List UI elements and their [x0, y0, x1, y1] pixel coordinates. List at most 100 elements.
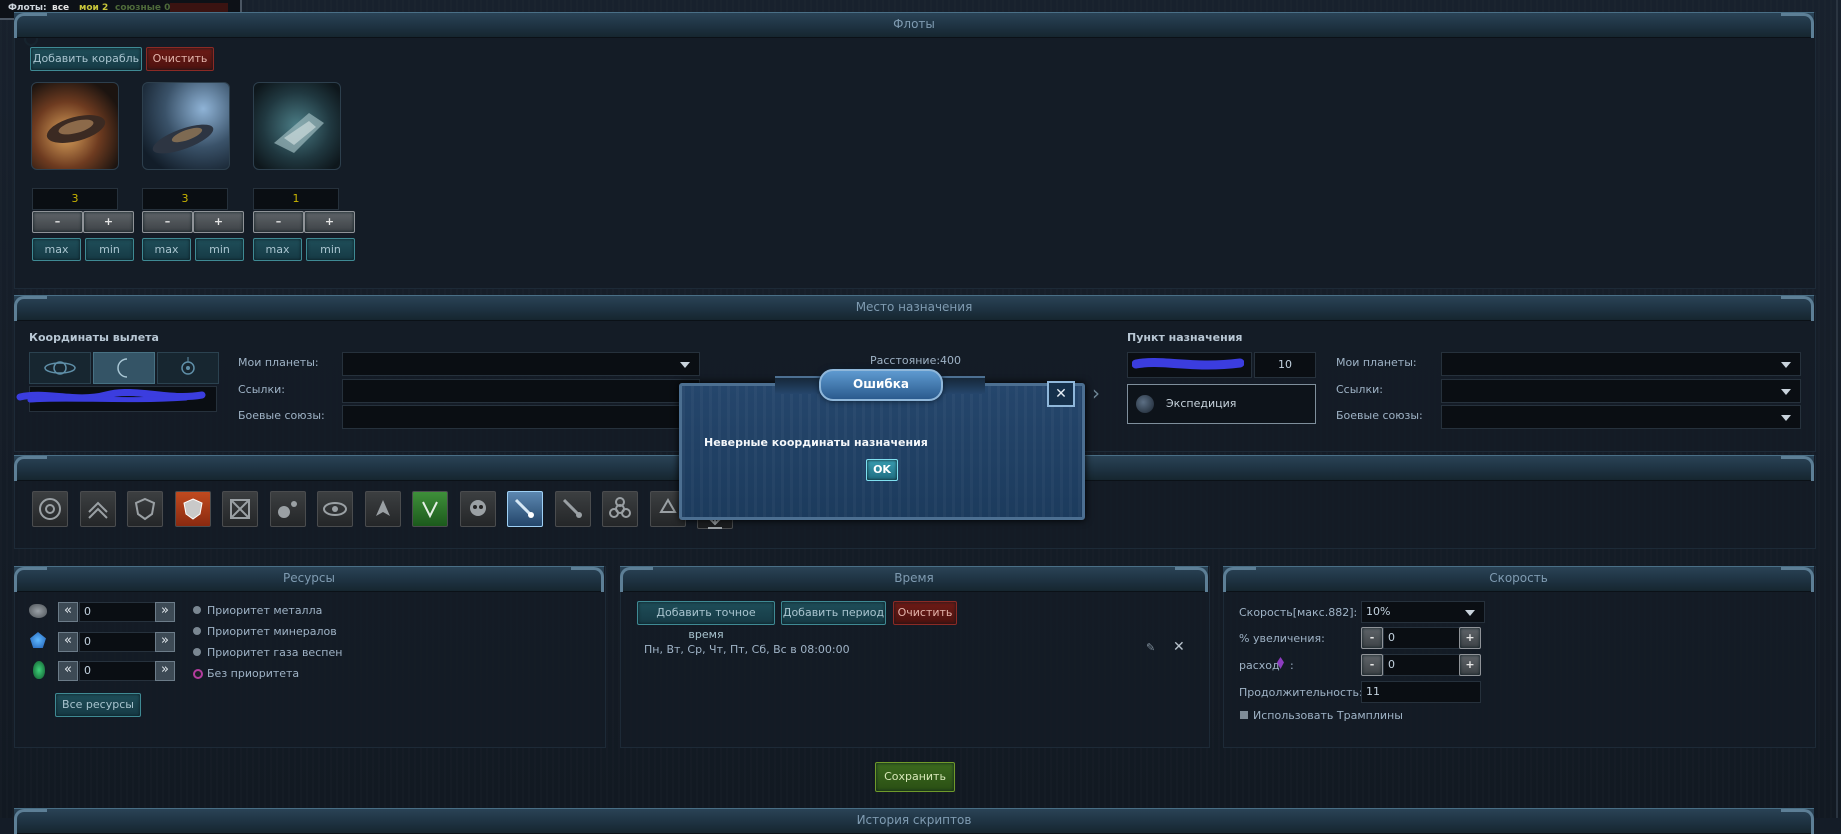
time-clear-button[interactable]: Очистить [893, 601, 957, 625]
mission-shield-red-tile[interactable] [174, 491, 211, 527]
departure-links-label: Ссылки: [238, 383, 285, 396]
target-alliances-select[interactable] [1441, 405, 1801, 429]
orbit-balls-icon [277, 501, 297, 518]
metal-amount-input[interactable]: 0 [79, 602, 157, 622]
modal-ok-button[interactable]: OK [866, 459, 898, 481]
duration-label: Продолжительность: [1239, 686, 1363, 699]
priority-metal-radio[interactable] [193, 606, 201, 614]
gas-amount-input[interactable]: 0 [79, 661, 157, 681]
speed-select[interactable]: 10% [1361, 601, 1485, 623]
increase-plus-button[interactable]: + [1459, 627, 1481, 649]
chevron-right-icon[interactable]: › [1092, 381, 1100, 405]
delete-x-icon[interactable]: ✕ [1173, 639, 1185, 655]
mission-biohazard-tile[interactable] [602, 491, 638, 527]
departure-links-select[interactable] [342, 379, 700, 403]
ship-image-3[interactable] [253, 82, 341, 170]
mission-chevrons-up-tile[interactable] [79, 491, 116, 527]
target-my-planets-select[interactable] [1441, 352, 1801, 376]
departure-planet-tab[interactable] [29, 352, 91, 384]
ship-image-1[interactable] [31, 82, 119, 170]
priority-minerals-radio[interactable] [193, 627, 201, 635]
modal-close-button[interactable]: ✕ [1047, 381, 1075, 407]
time-header: Время [620, 566, 1208, 592]
mineral-increase-button[interactable]: » [155, 632, 175, 652]
ship-count-2[interactable]: 3 [142, 188, 228, 210]
ship-1-min-button[interactable]: min [85, 238, 134, 261]
priority-none-radio[interactable] [193, 669, 203, 679]
ship-2-max-button[interactable]: max [142, 238, 191, 261]
add-period-button[interactable]: Добавить период [781, 601, 886, 625]
target-slot-field[interactable]: 10 [1254, 352, 1316, 378]
add-exact-time-button[interactable]: Добавить точное время [637, 601, 775, 641]
ship-3-min-button[interactable]: min [306, 238, 355, 261]
ship-1-max-button[interactable]: max [32, 238, 81, 261]
mission-expedition-box[interactable]: Экспедиция [1127, 384, 1316, 424]
metal-increase-button[interactable]: » [155, 602, 175, 622]
scrollbar-track[interactable] [1836, 0, 1838, 818]
fleets-header: Флоты [14, 12, 1814, 38]
departure-alliances-label: Боевые союзы: [238, 409, 325, 422]
trampoline-label: Использовать Трамплины [1253, 709, 1403, 722]
planet-ring-icon [44, 361, 76, 375]
ship-2-min-button[interactable]: min [195, 238, 244, 261]
consumption-plus-button[interactable]: + [1459, 654, 1481, 676]
ship-3-plus-button[interactable]: + [304, 211, 355, 233]
crossed-box-icon [230, 499, 250, 519]
target-links-select[interactable] [1441, 379, 1801, 403]
departure-my-planets-label: Мои планеты: [238, 356, 319, 369]
consumption-input[interactable]: 0 [1383, 654, 1461, 676]
distance-label: Расстояние: [870, 354, 941, 367]
speed-header: Скорость [1223, 566, 1814, 592]
mission-eye-tile[interactable] [317, 491, 353, 527]
mission-comet-tile[interactable] [507, 491, 543, 527]
gas-resource-icon [33, 661, 45, 679]
expedition-planet-icon [1136, 395, 1154, 413]
gas-decrease-button[interactable]: « [58, 661, 78, 681]
ship-count-1[interactable]: 3 [32, 188, 118, 210]
mission-ship-tile[interactable] [364, 491, 401, 527]
metal-decrease-button[interactable]: « [58, 602, 78, 622]
increase-input[interactable]: 0 [1383, 627, 1461, 649]
ship-3-max-button[interactable]: max [253, 238, 302, 261]
shield-red-icon [182, 498, 203, 520]
ship-3-minus-button[interactable]: – [253, 211, 304, 233]
fleet-clear-button[interactable]: Очистить [146, 47, 214, 71]
script-history-header: История скриптов [14, 808, 1814, 834]
ship-2-plus-button[interactable]: + [193, 211, 244, 233]
recycle-icon [658, 498, 677, 513]
priority-gas-radio[interactable] [193, 648, 201, 656]
target-scribble-redaction [1131, 357, 1245, 371]
biohazard-icon [609, 497, 631, 518]
save-button[interactable]: Сохранить [875, 762, 955, 792]
duration-field[interactable]: 11 [1361, 681, 1481, 703]
mission-shield-check-tile[interactable] [127, 491, 163, 527]
mineral-decrease-button[interactable]: « [58, 632, 78, 652]
edit-pencil-icon[interactable]: ✎ [1146, 641, 1155, 654]
mission-trident-tile[interactable] [412, 491, 448, 527]
ship-count-3[interactable]: 1 [253, 188, 339, 210]
mission-comet-dim-tile[interactable] [554, 491, 591, 527]
increase-minus-button[interactable]: - [1361, 627, 1383, 649]
mission-skull-tile[interactable] [459, 491, 496, 527]
departure-debris-tab[interactable] [157, 352, 219, 384]
consumption-minus-button[interactable]: - [1361, 654, 1383, 676]
departure-my-planets-select[interactable] [342, 352, 700, 376]
ship-2-minus-button[interactable]: – [142, 211, 193, 233]
mission-crossed-box-tile[interactable] [222, 491, 258, 527]
add-ship-button[interactable]: Добавить корабль [30, 47, 142, 71]
trampoline-checkbox[interactable] [1240, 711, 1248, 719]
comet-dim-icon [562, 498, 582, 518]
increase-label: % увеличения: [1239, 632, 1325, 645]
ship-1-plus-button[interactable]: + [83, 211, 134, 233]
ship-1-minus-button[interactable]: – [32, 211, 83, 233]
consumption-colon: : [1290, 659, 1294, 672]
mission-orbit-balls-tile[interactable] [269, 491, 306, 527]
gas-increase-button[interactable]: » [155, 661, 175, 681]
error-modal: Неверные координаты назначения OK [679, 383, 1085, 520]
departure-alliances-select[interactable] [342, 405, 700, 429]
departure-moon-tab[interactable] [93, 352, 155, 384]
mission-target-tile[interactable] [32, 491, 68, 527]
mineral-amount-input[interactable]: 0 [79, 632, 157, 652]
all-resources-button[interactable]: Все ресурсы [55, 693, 141, 717]
ship-image-2[interactable] [142, 82, 230, 170]
